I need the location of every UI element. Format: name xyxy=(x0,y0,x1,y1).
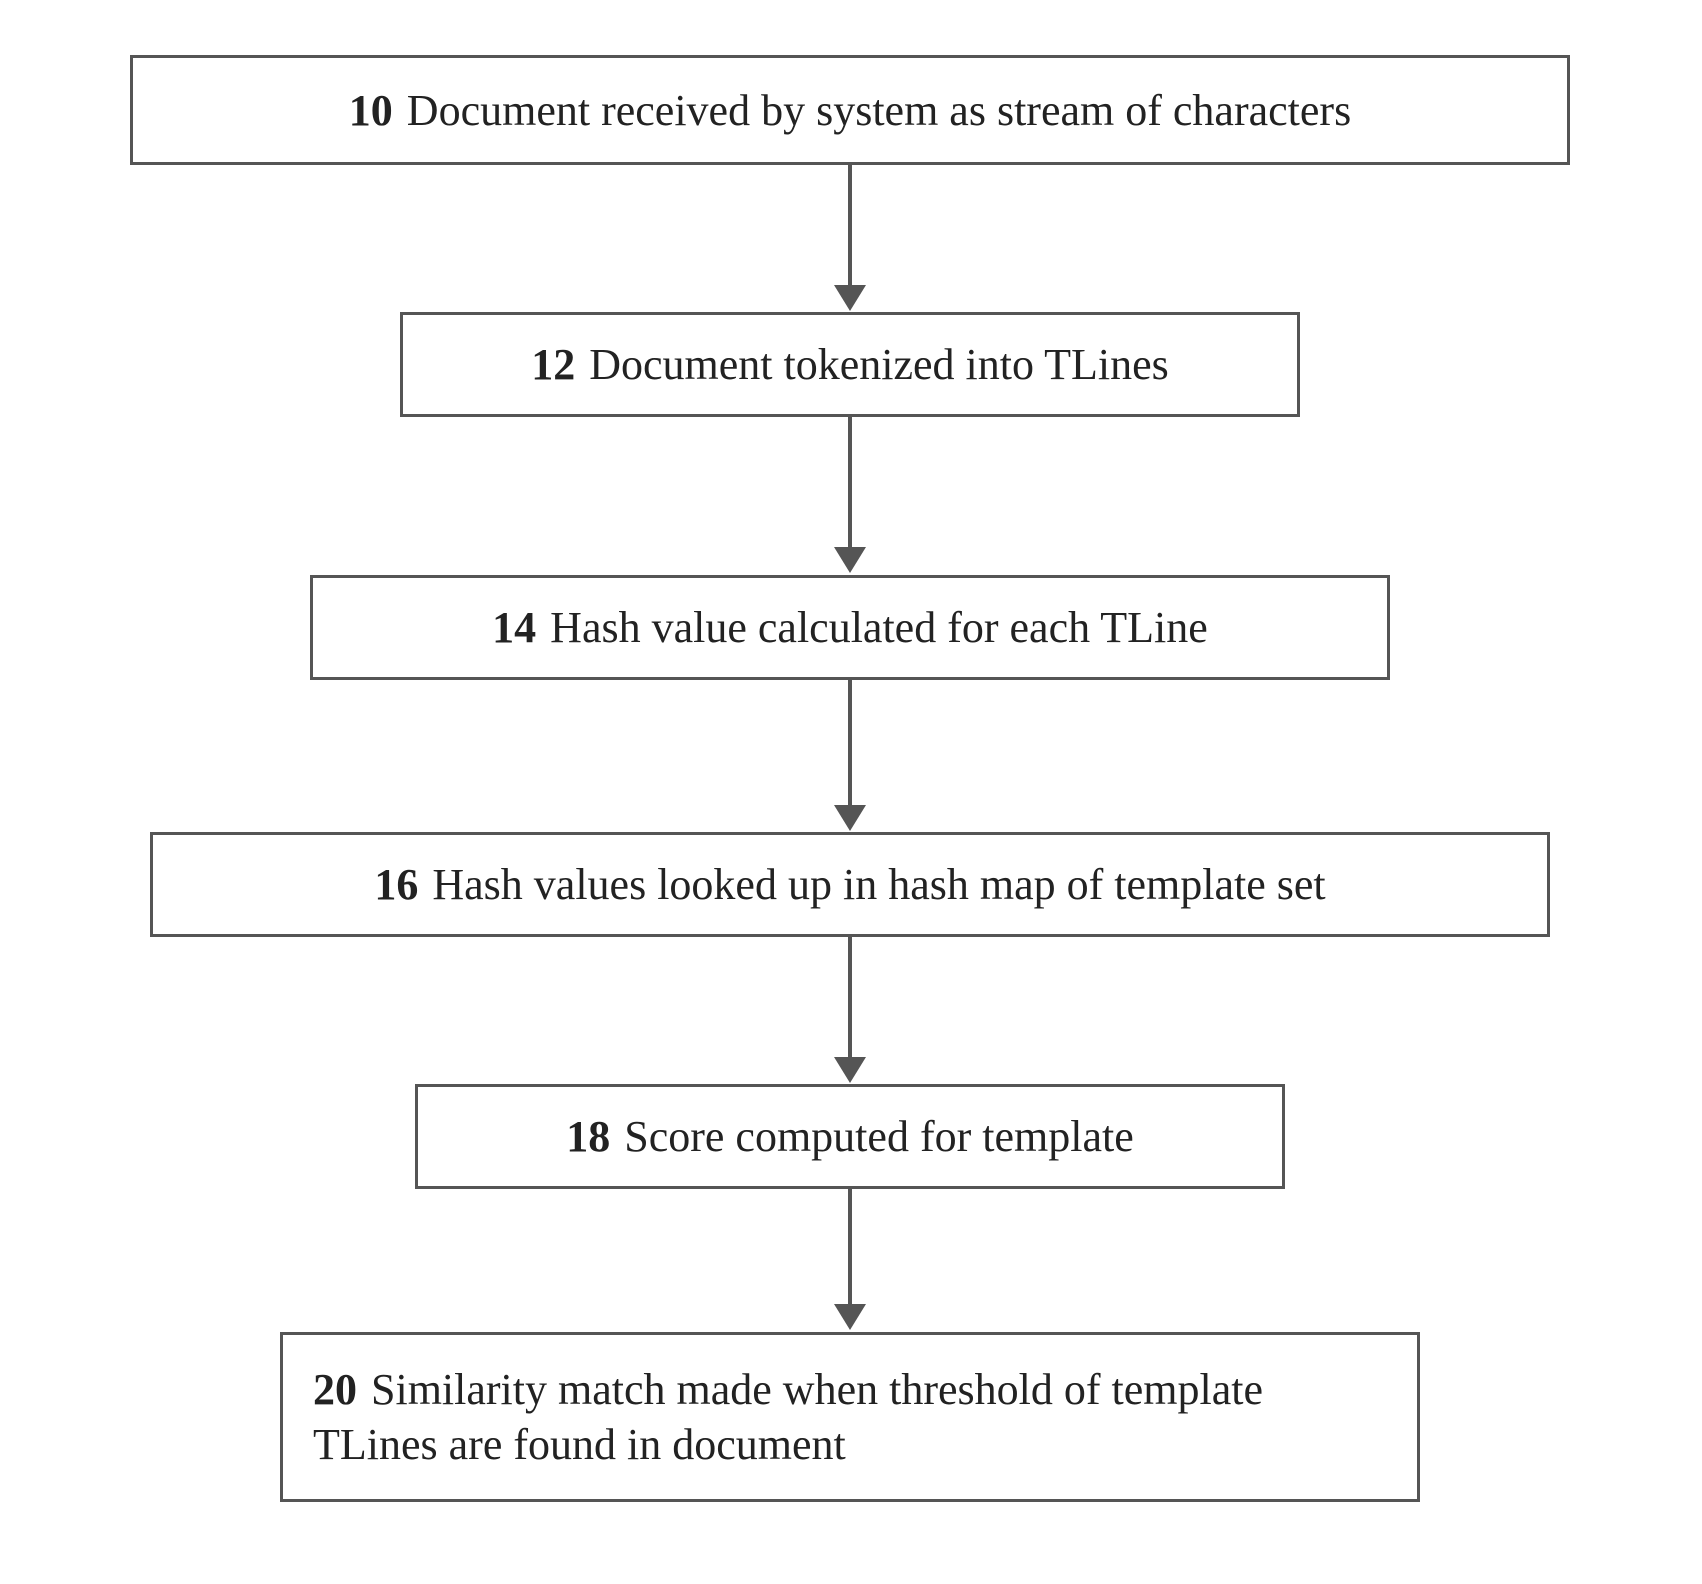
flow-step-number: 20 xyxy=(313,1365,357,1414)
flow-step-18: 18 Score computed for template xyxy=(415,1084,1285,1189)
flow-step-text: Hash value calculated for each TLine xyxy=(550,603,1208,652)
flow-step-number: 14 xyxy=(492,603,536,652)
flow-arrow xyxy=(834,1189,866,1330)
flow-step-10: 10 Document received by system as stream … xyxy=(130,55,1570,165)
flow-step-12: 12 Document tokenized into TLines xyxy=(400,312,1300,417)
flow-step-number: 18 xyxy=(566,1112,610,1161)
flow-step-text: Document received by system as stream of… xyxy=(407,86,1351,135)
flow-arrow xyxy=(834,937,866,1083)
flow-arrow xyxy=(834,680,866,831)
flow-step-20: 20Similarity match made when threshold o… xyxy=(280,1332,1420,1502)
flow-step-number: 10 xyxy=(349,86,393,135)
flow-step-number: 12 xyxy=(531,340,575,389)
flow-step-label: 10 Document received by system as stream … xyxy=(349,83,1351,138)
flow-arrow xyxy=(834,165,866,311)
flow-step-text: Similarity match made when threshold of … xyxy=(313,1365,1263,1469)
flow-step-text: Score computed for template xyxy=(624,1112,1133,1161)
flow-step-label: 12 Document tokenized into TLines xyxy=(531,337,1169,392)
flow-step-label: 16 Hash values looked up in hash map of t… xyxy=(374,857,1325,912)
flow-step-16: 16 Hash values looked up in hash map of t… xyxy=(150,832,1550,937)
flow-arrow xyxy=(834,417,866,573)
flow-step-number: 16 xyxy=(374,860,418,909)
flow-step-label: 14 Hash value calculated for each TLine xyxy=(492,600,1208,655)
flow-step-text: Document tokenized into TLines xyxy=(589,340,1169,389)
flow-step-text: Hash values looked up in hash map of tem… xyxy=(432,860,1325,909)
flowchart-canvas: 10 Document received by system as stream … xyxy=(0,0,1702,1584)
flow-step-label: 18 Score computed for template xyxy=(566,1109,1133,1164)
flow-step-14: 14 Hash value calculated for each TLine xyxy=(310,575,1390,680)
flow-step-label: 20Similarity match made when threshold o… xyxy=(313,1362,1387,1472)
